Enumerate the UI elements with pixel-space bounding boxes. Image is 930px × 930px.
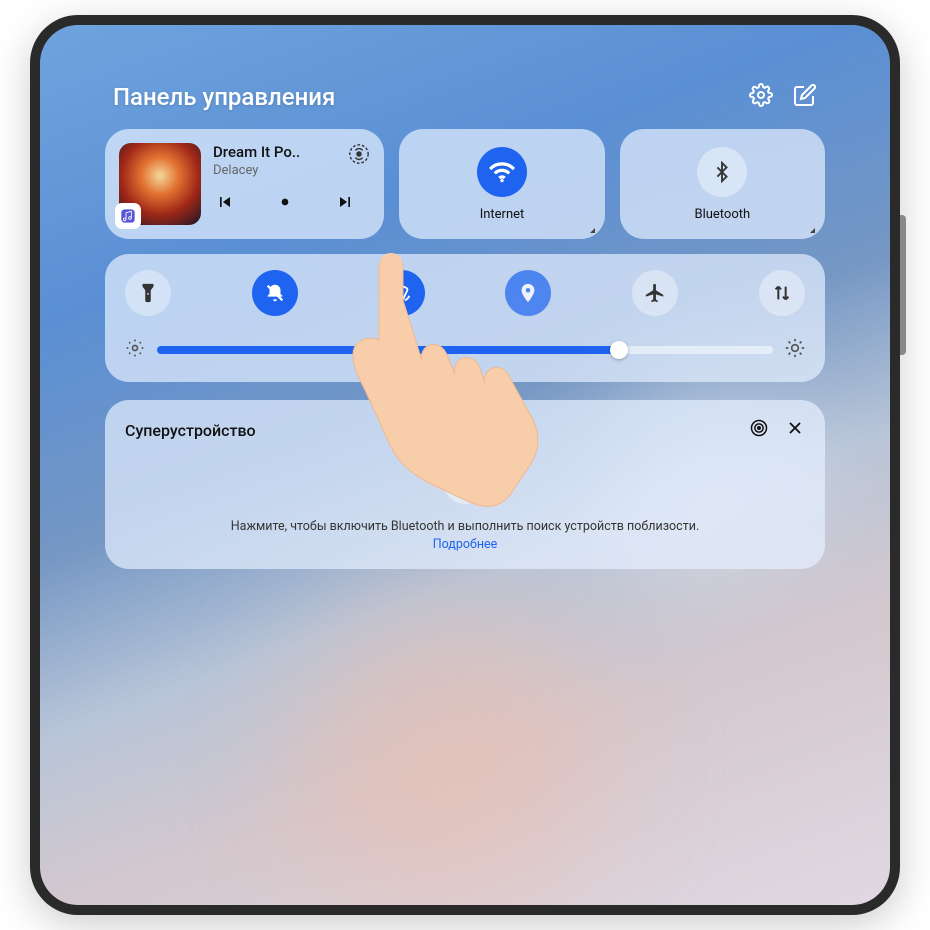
track-title: Dream It Po.. [213,143,370,161]
bluetooth-tile[interactable]: Bluetooth [620,129,825,239]
tablet-frame: Панель управления [30,15,900,915]
quick-toggles-card [105,254,825,382]
album-artwork [119,143,201,225]
play-pause-icon[interactable] [275,192,295,216]
slider-thumb[interactable] [610,341,628,359]
superdevice-card: Суперустройство Нажмите, чтобы включить … [105,400,825,569]
superdevice-title: Суперустройство [125,421,256,440]
data-swap-toggle[interactable] [759,270,805,316]
bluetooth-icon [697,147,747,197]
expand-caret-icon [590,228,595,233]
flashlight-toggle[interactable] [125,270,171,316]
control-panel: Панель управления [105,83,825,569]
bluetooth-label: Bluetooth [694,207,750,222]
wifi-icon [477,147,527,197]
panel-header: Панель управления [105,83,825,111]
internet-tile[interactable]: Internet [399,129,604,239]
location-toggle[interactable] [505,270,551,316]
radar-icon[interactable] [749,418,769,442]
search-devices-button[interactable] [443,460,487,504]
slider-track[interactable] [157,346,773,354]
mute-toggle[interactable] [252,270,298,316]
music-app-icon [115,203,141,229]
cast-audio-icon[interactable] [348,143,370,165]
panel-title: Панель управления [113,83,335,111]
settings-icon[interactable] [749,83,773,111]
learn-more-link[interactable]: Подробнее [433,537,498,552]
track-artist: Delacey [213,163,370,178]
music-player-card[interactable]: Dream It Po.. Delacey [105,129,384,239]
previous-track-icon[interactable] [215,192,235,216]
slider-fill [157,346,619,354]
brightness-high-icon [785,338,805,362]
edit-icon[interactable] [793,83,817,111]
superdevice-prompt: Нажмите, чтобы включить Bluetooth и выпо… [125,518,805,553]
next-track-icon[interactable] [335,192,355,216]
brightness-low-icon [125,338,145,362]
auto-rotate-toggle[interactable] [379,270,425,316]
internet-label: Internet [480,207,525,222]
brightness-slider[interactable] [125,338,805,362]
screen: Панель управления [40,25,890,905]
close-icon[interactable] [785,418,805,442]
expand-caret-icon [810,228,815,233]
airplane-mode-toggle[interactable] [632,270,678,316]
